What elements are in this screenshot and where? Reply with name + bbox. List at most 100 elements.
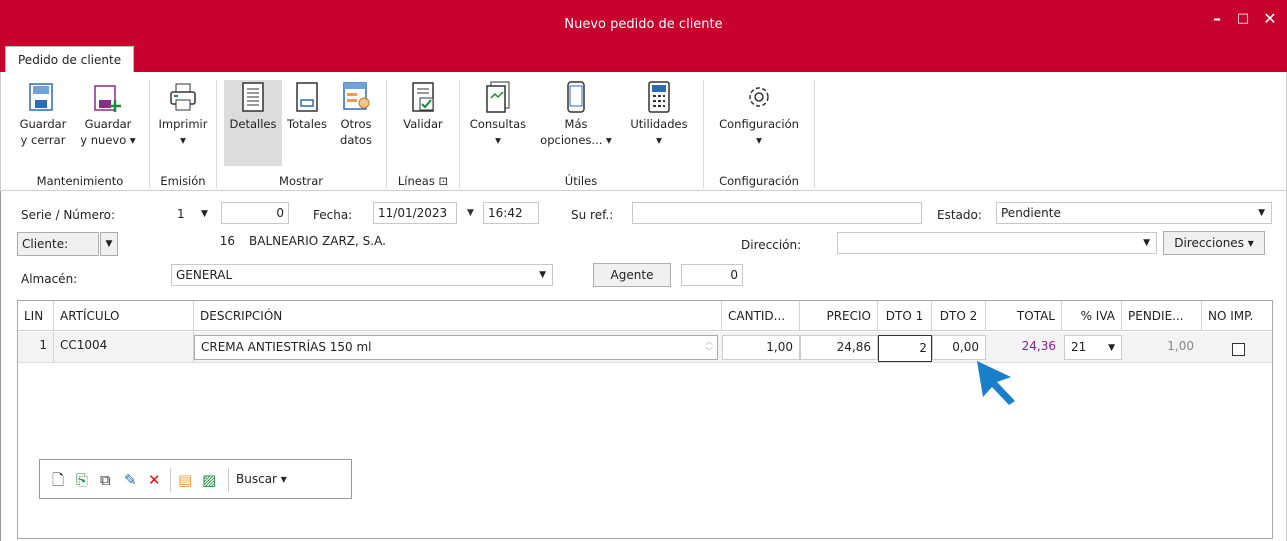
cliente-code[interactable]: 16 xyxy=(173,231,239,253)
hora-input[interactable]: 16:42 xyxy=(483,202,539,224)
direccion-select[interactable]: ▼ xyxy=(837,232,1157,254)
direcciones-button[interactable]: Direcciones ▾ xyxy=(1163,231,1265,255)
estado-select[interactable]: Pendiente ▼ xyxy=(996,202,1272,224)
totales-label: Totales xyxy=(287,117,327,131)
title-bar: Nuevo pedido de cliente – □ ✕ xyxy=(0,0,1287,46)
image-icon[interactable]: ▨ xyxy=(202,471,216,489)
mas-opciones-button[interactable]: Más opciones... ▾ xyxy=(533,80,619,148)
numero-input[interactable]: 0 xyxy=(221,202,289,224)
consultas-line1: Consultas xyxy=(469,117,527,131)
otros-datos-button[interactable]: Otros datos xyxy=(331,80,381,148)
col-header-precio[interactable]: PRECIO xyxy=(800,301,878,331)
serie-select[interactable]: 1 ▼ xyxy=(173,204,217,226)
cell-pendiente: 1,00 xyxy=(1167,339,1194,353)
col-header-dto2[interactable]: DTO 2 xyxy=(932,301,986,331)
copy-line-icon[interactable]: ⧉ xyxy=(100,471,111,489)
col-header-no-imp[interactable]: NO IMP. xyxy=(1202,301,1272,331)
configuracion-button[interactable]: Configuración ▾ xyxy=(707,80,811,148)
imprimir-button[interactable]: Imprimir ▾ xyxy=(153,80,213,148)
cell-cantidad[interactable]: 1,00 xyxy=(722,335,800,360)
edit-line-icon[interactable]: ✎ xyxy=(124,471,137,489)
totales-button[interactable]: Totales xyxy=(283,80,331,132)
ribbon: Guardar y cerrar Guardar y nuevo ▾ Impri… xyxy=(0,72,1287,191)
utilidades-button[interactable]: Utilidades ▾ xyxy=(621,80,697,148)
validate-icon xyxy=(412,82,434,112)
cliente-button[interactable]: Cliente: xyxy=(17,232,99,256)
tab-pedido-de-cliente[interactable]: Pedido de cliente xyxy=(5,46,135,73)
col-header-dto1[interactable]: DTO 1 xyxy=(878,301,932,331)
toolbar-divider xyxy=(228,468,229,492)
otros-line1: Otros xyxy=(340,117,372,131)
almacen-label: Almacén: xyxy=(21,272,78,286)
su-ref-label: Su ref.: xyxy=(571,208,614,222)
estado-label: Estado: xyxy=(937,208,982,222)
fecha-input[interactable]: 11/01/2023 xyxy=(373,202,457,224)
col-header-cantidad[interactable]: CANTID... xyxy=(722,301,800,331)
other-data-icon xyxy=(343,82,370,110)
group-label-mantenimiento: Mantenimiento xyxy=(36,174,124,188)
notes-icon[interactable]: ▤ xyxy=(178,471,192,489)
cliente-name: BALNEARIO ZARZ, S.A. xyxy=(249,234,386,248)
totals-icon xyxy=(296,82,318,112)
col-header-lin[interactable]: LIN xyxy=(18,301,54,331)
group-divider xyxy=(459,80,460,188)
new-line-icon[interactable]: 🗋 xyxy=(52,471,64,489)
guardar-nuevo-button[interactable]: Guardar y nuevo ▾ xyxy=(73,80,143,148)
agente-input[interactable]: 0 xyxy=(681,264,743,286)
validar-button[interactable]: Validar xyxy=(393,80,453,132)
estado-value: Pendiente xyxy=(1001,206,1061,220)
mobile-icon xyxy=(567,81,585,113)
descripcion-field[interactable]: CREMA ANTIESTRÍAS 150 ml ︿ ﹀ xyxy=(194,335,718,360)
group-divider xyxy=(216,80,217,188)
gear-icon xyxy=(749,87,769,107)
detalles-label: Detalles xyxy=(229,117,277,131)
date-dropdown-icon[interactable]: ▼ xyxy=(467,208,474,218)
insert-line-icon[interactable]: ⎘ xyxy=(76,471,88,489)
maximize-button[interactable]: □ xyxy=(1232,8,1254,30)
direccion-label: Dirección: xyxy=(741,238,802,252)
col-header-total[interactable]: TOTAL xyxy=(986,301,1062,331)
consultas-button[interactable]: Consultas ▾ xyxy=(463,80,533,148)
guardar-cerrar-button[interactable]: Guardar y cerrar xyxy=(13,80,73,148)
configuracion-line2: ▾ xyxy=(756,133,762,147)
detalles-button[interactable]: Detalles xyxy=(224,80,282,166)
guardar-cerrar-line1: Guardar xyxy=(19,117,67,131)
cell-articulo[interactable]: CC1004 xyxy=(54,332,194,363)
cell-iva[interactable]: 21 ▼ xyxy=(1064,335,1122,360)
group-label-mostrar: Mostrar xyxy=(279,174,323,188)
agente-button[interactable]: Agente xyxy=(593,263,671,287)
serie-numero-label: Serie / Número: xyxy=(21,208,116,222)
group-label-emision: Emisión xyxy=(160,174,206,188)
cliente-dropdown-button[interactable]: ▼ xyxy=(100,232,118,256)
almacen-value: GENERAL xyxy=(176,268,233,282)
chevron-down-icon: ▼ xyxy=(201,209,208,219)
validar-label: Validar xyxy=(403,117,443,131)
col-header-iva[interactable]: % IVA xyxy=(1062,301,1122,331)
col-header-descripcion[interactable]: DESCRIPCIÓN xyxy=(194,301,722,331)
window-title: Nuevo pedido de cliente xyxy=(564,17,723,32)
mas-line1: Más xyxy=(564,117,588,131)
col-header-pendiente[interactable]: PENDIE... xyxy=(1122,301,1202,331)
order-form: Serie / Número: 1 ▼ 0 Fecha: 11/01/2023 ▼… xyxy=(0,191,1287,541)
col-header-articulo[interactable]: ARTÍCULO xyxy=(54,301,194,331)
group-divider xyxy=(386,80,387,188)
imprimir-line2: ▾ xyxy=(180,133,186,147)
close-button[interactable]: ✕ xyxy=(1259,8,1281,30)
cell-lin: 1 xyxy=(18,332,54,363)
cell-dto1[interactable]: 2 xyxy=(878,335,932,362)
chevron-down-icon: ▼ xyxy=(1143,238,1150,248)
toolbar-divider xyxy=(170,468,171,492)
almacen-select[interactable]: GENERAL ▼ xyxy=(171,264,553,286)
utilidades-line2: ▾ xyxy=(656,133,662,147)
spinner-icon[interactable]: ︿ ﹀ xyxy=(705,337,713,357)
configuracion-line1: Configuración xyxy=(719,117,799,131)
delete-icon[interactable]: ✕ xyxy=(148,471,161,489)
no-imp-checkbox[interactable] xyxy=(1232,343,1245,356)
group-divider xyxy=(703,80,704,188)
buscar-button[interactable]: Buscar ▾ xyxy=(236,472,287,486)
table-row[interactable]: 1 CC1004 CREMA ANTIESTRÍAS 150 ml ︿ ﹀ 1,0… xyxy=(18,332,1272,363)
cell-precio[interactable]: 24,86 xyxy=(800,335,878,360)
cell-descripcion: CREMA ANTIESTRÍAS 150 ml xyxy=(201,340,372,354)
su-ref-input[interactable] xyxy=(632,202,922,224)
minimize-button[interactable]: – xyxy=(1206,8,1228,30)
